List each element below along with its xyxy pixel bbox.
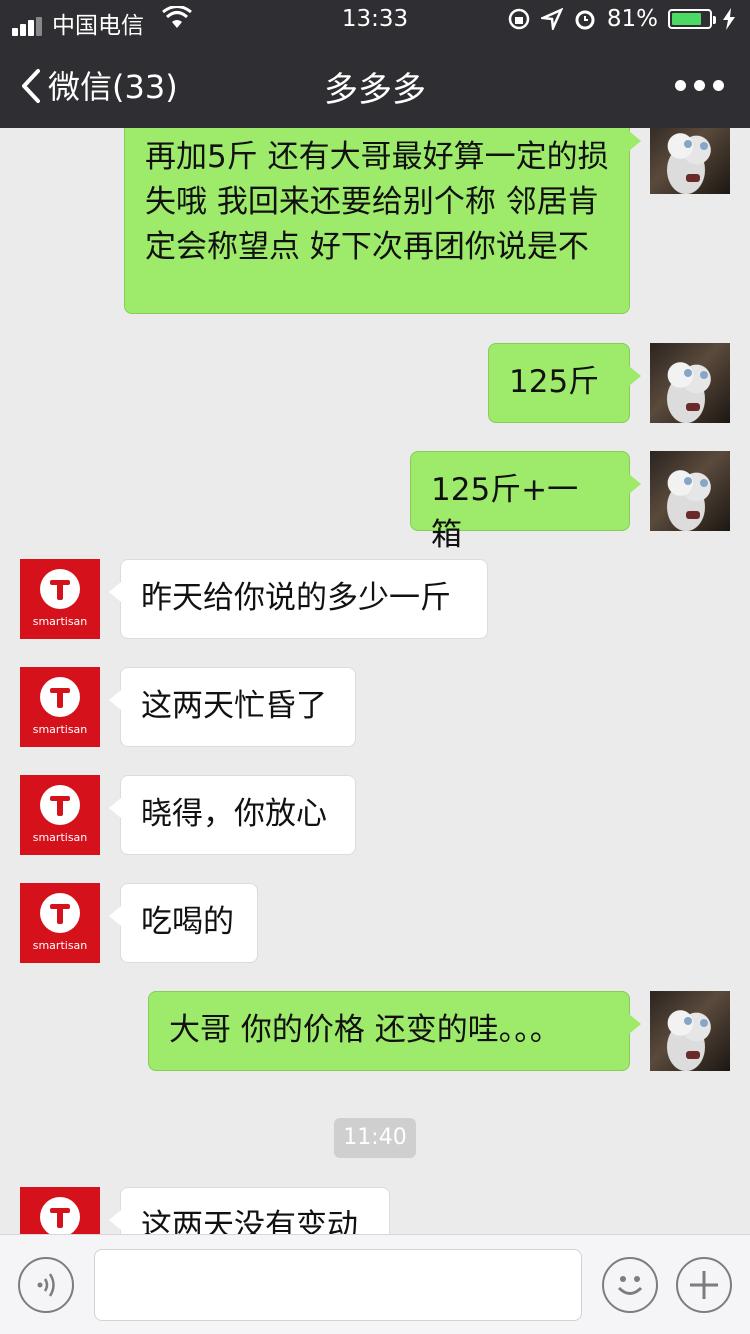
contact-avatar[interactable]: smartisan	[20, 1187, 100, 1234]
smartisan-logo-icon	[40, 1197, 80, 1234]
chevron-left-icon	[22, 69, 40, 103]
status-right: 81%	[507, 6, 736, 32]
message-bubble-incoming[interactable]: 这两天忙昏了	[109, 667, 356, 747]
time-divider: 11:40	[334, 1118, 416, 1158]
back-button[interactable]: 微信(33)	[20, 62, 178, 108]
smartisan-logo-icon	[40, 677, 80, 717]
battery-icon	[668, 9, 716, 29]
message-input[interactable]	[94, 1249, 582, 1321]
status-bar: 中国电信 13:33 81%	[0, 0, 750, 40]
my-avatar[interactable]	[650, 343, 730, 423]
my-avatar[interactable]	[650, 128, 730, 194]
more-actions-button[interactable]	[676, 1257, 732, 1313]
battery-percent: 81%	[606, 6, 658, 32]
back-label: 微信(33)	[48, 68, 178, 106]
my-avatar[interactable]	[650, 991, 730, 1071]
message-bubble-outgoing[interactable]: 再加5斤 还有大哥最好算一定的损失哦 我回来还要给别个称 邻居肯定会称望点 好下…	[124, 128, 641, 314]
smartisan-logo-icon	[40, 893, 80, 933]
voice-button[interactable]	[18, 1257, 74, 1313]
message-list[interactable]: 再加5斤 还有大哥最好算一定的损失哦 我回来还要给别个称 邻居肯定会称望点 好下…	[0, 128, 750, 1234]
top-bar: 中国电信 13:33 81% 微信(33) 多多多	[0, 0, 750, 128]
smartisan-logo-icon	[40, 569, 80, 609]
orientation-lock-icon	[508, 8, 530, 30]
emoji-icon	[617, 1276, 643, 1295]
nav-bar: 微信(33) 多多多	[0, 40, 750, 128]
message-bubble-outgoing[interactable]: 125斤+一箱	[410, 451, 641, 553]
location-icon	[540, 8, 563, 30]
message-bubble-incoming[interactable]: 昨天给你说的多少一斤	[109, 559, 488, 639]
contact-avatar[interactable]: smartisan	[20, 775, 100, 855]
message-bubble-outgoing[interactable]: 125斤	[488, 343, 641, 423]
charging-icon	[723, 8, 735, 30]
voice-icon	[37, 1273, 55, 1297]
smartisan-logo-icon	[40, 785, 80, 825]
contact-avatar[interactable]: smartisan	[20, 883, 100, 963]
contact-avatar[interactable]: smartisan	[20, 667, 100, 747]
contact-avatar[interactable]: smartisan	[20, 559, 100, 639]
input-bar	[0, 1234, 750, 1334]
message-bubble-incoming[interactable]: 晓得，你放心	[109, 775, 356, 855]
message-bubble-incoming[interactable]: 这两天没有变动	[109, 1187, 390, 1234]
message-bubble-incoming[interactable]: 吃喝的	[109, 883, 258, 963]
message-bubble-outgoing[interactable]: 大哥 你的价格 还变的哇。。。	[148, 991, 641, 1071]
my-avatar[interactable]	[650, 451, 730, 531]
more-dots-icon[interactable]	[675, 80, 724, 91]
plus-icon	[690, 1271, 718, 1299]
battery-fill	[672, 13, 701, 25]
alarm-icon	[575, 10, 595, 30]
emoji-button[interactable]	[602, 1257, 658, 1313]
